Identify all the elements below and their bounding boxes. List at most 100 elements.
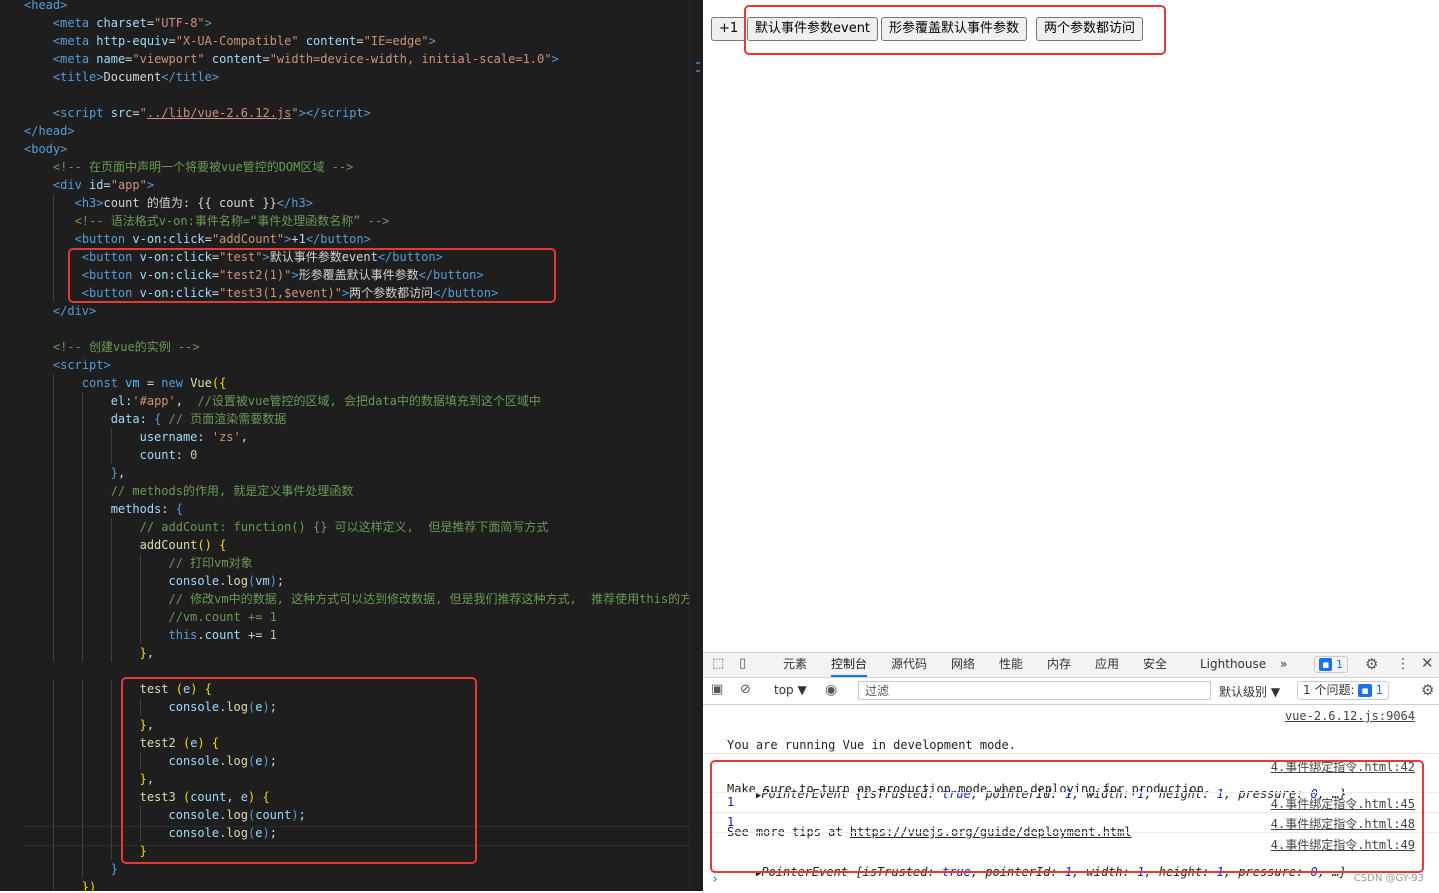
code-token: > <box>60 0 68 12</box>
editor-scrollbar[interactable] <box>689 0 704 891</box>
code-line: // 修改vm中的数据, 这种方式可以达到修改数据, 但是我们推荐这种方式, 推… <box>0 590 689 608</box>
code-line-text: <h3>count 的值为: {{ count }}</h3> <box>24 194 313 212</box>
code-token: , <box>240 430 248 444</box>
code-token: } <box>110 862 118 876</box>
console-settings-gear-icon[interactable]: ⚙ <box>1421 683 1434 698</box>
code-token: > <box>428 34 436 48</box>
live-expression-eye-icon[interactable]: ◉ <box>825 683 837 697</box>
tab-console[interactable]: 控制台 <box>831 653 868 677</box>
context-selector[interactable]: top ▼ <box>774 683 807 697</box>
log-levels-dropdown[interactable]: 默认级别 ▼ <box>1219 683 1280 700</box>
inspect-icon[interactable]: ⬚ <box>712 657 724 671</box>
code-token: > <box>211 70 220 84</box>
sidebar-toggle-icon[interactable]: ▣ <box>711 683 723 697</box>
code-token: > <box>103 358 111 372</box>
code-token: // methods的作用, 就是定义事件处理函数 <box>110 484 354 498</box>
console-toolbar: ▣ ⊘ top ▼ ◉ 过滤 默认级别 ▼ 1 个问题: ▪ 1 ⚙ <box>703 678 1439 705</box>
tab-lighthouse[interactable]: Lighthouse <box>1200 653 1266 677</box>
tab-security[interactable]: 安全 <box>1143 653 1167 677</box>
code-token: > <box>60 142 68 156</box>
code-token: = <box>168 34 176 48</box>
tab-network[interactable]: 网络 <box>951 653 975 677</box>
code-token: content <box>305 34 357 48</box>
code-token: > <box>204 16 212 30</box>
code-line: this.count += 1 <box>0 626 689 644</box>
add-count-button[interactable]: +1 <box>711 17 747 41</box>
code-token: "IE=edge" <box>363 34 429 48</box>
code-token: ></ <box>298 106 321 120</box>
console-prompt[interactable]: › <box>711 872 1439 887</box>
code-token: http-equiv <box>96 34 169 48</box>
code-token: > <box>551 52 559 66</box>
code-token: <!-- 语法格式v-on:事件名称=“事件处理函数名称” --> <box>74 214 390 228</box>
code-token: ({ <box>211 376 227 390</box>
code-token: < <box>74 196 82 210</box>
code-token: = <box>262 52 270 66</box>
code-line: methods: { <box>0 500 689 518</box>
console-source-link[interactable]: vue-2.6.12.js:9064 <box>1285 709 1415 723</box>
code-line: <h3>count 的值为: {{ count }}</h3> <box>0 194 689 212</box>
clear-console-icon[interactable]: ⊘ <box>740 683 751 697</box>
code-line-text: // methods的作用, 就是定义事件处理函数 <box>24 482 354 500</box>
more-tabs-icon[interactable]: » <box>1280 653 1287 677</box>
code-token: "addCount" <box>211 232 285 246</box>
tab-sources[interactable]: 源代码 <box>891 653 927 677</box>
code-line-text: username: 'zs', <box>24 428 248 446</box>
csdn-watermark: CSDN @GY-93 <box>1353 873 1424 884</box>
code-token: id <box>89 178 104 192</box>
code-line-text: <meta name="viewport" content="width=dev… <box>24 50 559 68</box>
code-token: 1 <box>269 628 277 642</box>
devtools-panel: ⬚ ▯ 元素 控制台 源代码 网络 性能 内存 应用 安全 Lighthouse… <box>703 652 1439 892</box>
more-options-icon[interactable]: ⋮ <box>1396 657 1410 671</box>
code-token: > <box>363 106 371 120</box>
tab-elements[interactable]: 元素 <box>783 653 807 677</box>
code-token: // 修改vm中的数据, 这种方式可以达到修改数据, 但是我们推荐这种方式, 推… <box>168 592 690 606</box>
code-line-text: this.count += 1 <box>24 626 277 644</box>
code-token: ../lib/vue-2.6.12.js <box>146 106 292 120</box>
code-token: > <box>363 232 371 246</box>
code-token: <!-- 在页面中声明一个将要被vue管控的DOM区域 --> <box>52 160 354 174</box>
tab-memory[interactable]: 内存 <box>1047 653 1071 677</box>
highlight-box-methods <box>121 677 477 864</box>
code-token: button <box>320 232 364 246</box>
code-editor[interactable]: <head> <meta charset="UTF-8"> <meta http… <box>0 0 689 891</box>
code-token: meta <box>60 16 97 30</box>
issues-counter[interactable]: 1 个问题: ▪ 1 <box>1297 681 1390 700</box>
code-token: "viewport" <box>132 52 205 66</box>
code-line: <meta name="viewport" content="width=dev… <box>0 50 689 68</box>
code-token: title <box>60 70 97 84</box>
tab-application[interactable]: 应用 <box>1095 653 1119 677</box>
issues-badge[interactable]: ▪ 1 <box>1314 656 1348 673</box>
code-line-text: <!-- 语法格式v-on:事件名称=“事件处理函数名称” --> <box>24 212 390 230</box>
device-toggle-icon[interactable]: ▯ <box>739 657 746 671</box>
tab-performance[interactable]: 性能 <box>999 653 1023 677</box>
code-token: " <box>291 106 299 120</box>
settings-gear-icon[interactable]: ⚙ <box>1365 657 1378 672</box>
console-filter-input[interactable]: 过滤 <box>858 681 1211 700</box>
code-line-text: <script> <box>24 356 111 374</box>
code-token: +1 <box>291 232 306 246</box>
highlight-box-buttons <box>68 248 556 303</box>
close-icon[interactable]: ✕ <box>1421 656 1434 671</box>
code-line-text: methods: { <box>24 500 183 518</box>
code-token: count <box>204 628 241 642</box>
code-token: Document <box>103 70 162 84</box>
code-line: <!-- 在页面中声明一个将要被vue管控的DOM区域 --> <box>0 158 689 176</box>
code-line: username: 'zs', <box>0 428 689 446</box>
code-token: </ <box>305 232 321 246</box>
